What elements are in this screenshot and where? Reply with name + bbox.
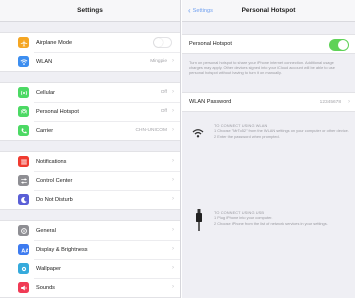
chevron-right-icon: › bbox=[172, 108, 174, 114]
wallpaper-icon bbox=[18, 263, 29, 274]
hotspot-icon bbox=[18, 106, 29, 117]
settings-group-general: General › AA Display & Brightness › Wall… bbox=[0, 220, 180, 298]
hotspot-description: Turn on personal hotspot to share your i… bbox=[189, 60, 335, 76]
settings-group-notifications: Notifications › Control Center › Do Not … bbox=[0, 151, 180, 210]
wlan-instructions-step-1: 1 Choose "MrTo52" from the WLAN settings… bbox=[214, 128, 349, 134]
chevron-right-icon: › bbox=[172, 227, 174, 233]
settings-row-label: Display & Brightness bbox=[36, 246, 88, 253]
settings-row-carrier[interactable]: Carrier CHN-UNICOM › bbox=[0, 121, 180, 140]
settings-row-airplane-mode[interactable]: Airplane Mode bbox=[0, 33, 180, 52]
settings-row-value: Mingpie bbox=[150, 59, 167, 64]
chevron-right-icon: › bbox=[172, 89, 174, 95]
usb-instructions-step-2: 2 Choose iPhone from the list of network… bbox=[214, 220, 328, 226]
wlan-instructions: TO CONNECT USING WLAN 1 Choose "MrTo52" … bbox=[182, 121, 355, 161]
settings-row-label: Carrier bbox=[36, 127, 54, 134]
settings-row-label: Notifications bbox=[36, 158, 67, 165]
settings-row-control-center[interactable]: Control Center › bbox=[0, 171, 180, 190]
settings-row-wallpaper[interactable]: Wallpaper › bbox=[0, 259, 180, 278]
display-icon: AA bbox=[18, 244, 29, 255]
notifications-icon bbox=[18, 156, 29, 167]
personal-hotspot-label: Personal Hotspot bbox=[189, 41, 232, 47]
nav-bar: Personal Hotspot ‹ Settings bbox=[182, 0, 355, 22]
settings-row-cellular[interactable]: Cellular Off › bbox=[0, 83, 180, 102]
wlan-instructions-step-2: 2 Enter the password when prompted. bbox=[214, 133, 280, 139]
control-center-icon bbox=[18, 175, 29, 186]
settings-group-network: Cellular Off › Personal Hotspot Off › Ca… bbox=[0, 82, 180, 141]
back-button[interactable]: ‹ Settings bbox=[188, 0, 213, 22]
chevron-left-icon: ‹ bbox=[188, 6, 191, 15]
settings-row-value: Off bbox=[160, 109, 167, 114]
cellular-icon bbox=[18, 87, 29, 98]
settings-panel: Settings Airplane Mode WLAN Mingpie › Ce… bbox=[0, 0, 181, 298]
wlan-password-row[interactable]: WLAN Password 12345678 › bbox=[182, 92, 355, 112]
settings-row-display-brightness[interactable]: AA Display & Brightness › bbox=[0, 240, 180, 259]
personal-hotspot-row: Personal Hotspot bbox=[182, 34, 355, 54]
chevron-right-icon: › bbox=[172, 196, 174, 202]
settings-row-notifications[interactable]: Notifications › bbox=[0, 152, 180, 171]
phone-icon bbox=[18, 125, 29, 136]
settings-row-label: Wallpaper bbox=[36, 265, 61, 272]
settings-row-label: Personal Hotspot bbox=[36, 108, 79, 115]
settings-row-general[interactable]: General › bbox=[0, 221, 180, 240]
settings-row-value: Off bbox=[160, 90, 167, 95]
back-button-label: Settings bbox=[192, 8, 213, 14]
settings-row-wlan[interactable]: WLAN Mingpie › bbox=[0, 52, 180, 71]
settings-row-sounds[interactable]: Sounds › bbox=[0, 278, 180, 297]
settings-row-label: Airplane Mode bbox=[36, 39, 73, 46]
settings-row-label: Cellular bbox=[36, 89, 55, 96]
svg-text:AA: AA bbox=[21, 248, 28, 254]
chevron-right-icon: › bbox=[172, 177, 174, 183]
wifi-icon bbox=[18, 56, 29, 67]
chevron-right-icon: › bbox=[172, 246, 174, 252]
chevron-right-icon: › bbox=[172, 127, 174, 133]
chevron-right-icon: › bbox=[172, 284, 174, 290]
settings-group-connectivity: Airplane Mode WLAN Mingpie › bbox=[0, 32, 180, 72]
gear-icon bbox=[18, 225, 29, 236]
settings-row-label: Control Center bbox=[36, 177, 73, 184]
airplane-mode-toggle[interactable] bbox=[153, 37, 172, 48]
chevron-right-icon: › bbox=[172, 158, 174, 164]
wifi-icon bbox=[192, 125, 204, 143]
personal-hotspot-panel: Personal Hotspot ‹ Settings Personal Hot… bbox=[182, 0, 355, 298]
chevron-right-icon: › bbox=[172, 58, 174, 64]
usb-instructions: TO CONNECT USING USB 1 Plug iPhone into … bbox=[182, 209, 355, 249]
settings-row-label: Do Not Disturb bbox=[36, 196, 73, 203]
airplane-icon bbox=[18, 37, 29, 48]
moon-icon bbox=[18, 194, 29, 205]
usb-cable-icon bbox=[195, 209, 203, 236]
settings-row-value: CHN-UNICOM bbox=[135, 128, 167, 133]
personal-hotspot-toggle[interactable] bbox=[329, 39, 349, 51]
settings-row-label: General bbox=[36, 227, 56, 234]
chevron-right-icon: › bbox=[348, 99, 350, 105]
wlan-password-label: WLAN Password bbox=[189, 99, 232, 105]
settings-title: Settings bbox=[0, 0, 180, 22]
settings-row-do-not-disturb[interactable]: Do Not Disturb › bbox=[0, 190, 180, 209]
settings-row-label: WLAN bbox=[36, 58, 53, 65]
settings-row-label: Sounds bbox=[36, 284, 55, 291]
settings-row-personal-hotspot[interactable]: Personal Hotspot Off › bbox=[0, 102, 180, 121]
wlan-password-value: 12345678 bbox=[319, 99, 341, 105]
chevron-right-icon: › bbox=[172, 265, 174, 271]
sound-icon bbox=[18, 282, 29, 293]
